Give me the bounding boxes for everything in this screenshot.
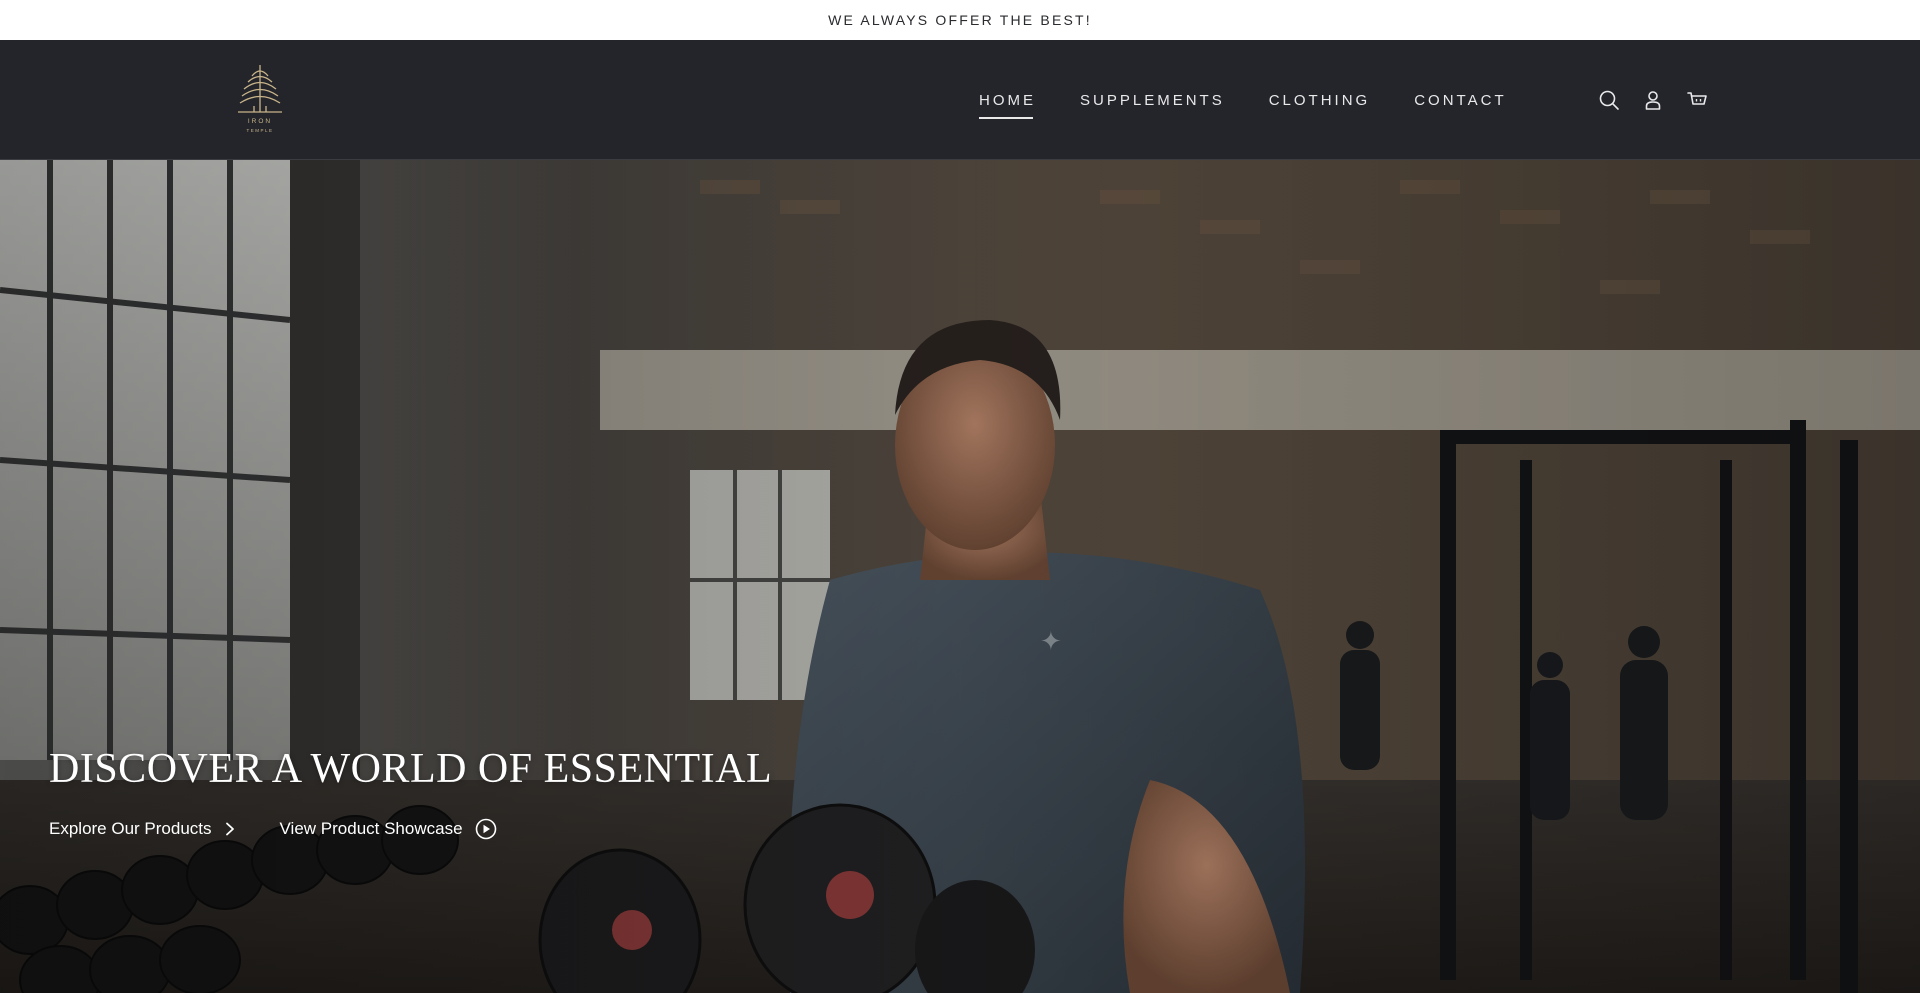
hero-banner: ✦ DISCOVER A WORLD OF ESSENTIAL Explore … [0, 160, 1920, 993]
site-logo[interactable]: IRON TEMPLE [232, 62, 288, 136]
main-nav: HOME SUPPLEMENTS CLOTHING CONTACT [979, 40, 1551, 160]
account-icon [1645, 91, 1661, 110]
search-button[interactable] [1597, 88, 1621, 112]
chevron-right-icon [225, 822, 234, 836]
search-icon [1599, 90, 1619, 110]
announcement-text: WE ALWAYS OFFER THE BEST! [828, 12, 1092, 28]
nav-contact[interactable]: CONTACT [1414, 86, 1506, 115]
hero-actions: Explore Our Products View Product Showca… [49, 818, 497, 840]
account-button[interactable] [1641, 88, 1665, 112]
nav-supplements[interactable]: SUPPLEMENTS [1080, 86, 1225, 115]
view-showcase-label: View Product Showcase [279, 819, 463, 838]
site-header: IRON TEMPLE HOME SUPPLEMENTS CLOTHING CO… [0, 40, 1920, 160]
cart-button[interactable] [1685, 88, 1709, 112]
hero-title: DISCOVER A WORLD OF ESSENTIAL [49, 746, 773, 792]
nav-home[interactable]: HOME [979, 86, 1036, 119]
cart-icon [1687, 92, 1707, 105]
hero-overlay [0, 160, 1920, 993]
logo-text-line2: TEMPLE [246, 128, 273, 133]
announcement-bar: WE ALWAYS OFFER THE BEST! [0, 0, 1920, 40]
nav-clothing[interactable]: CLOTHING [1269, 86, 1371, 115]
explore-products-label: Explore Our Products [49, 819, 212, 838]
play-circle-icon [475, 818, 496, 840]
explore-products-link[interactable]: Explore Our Products [49, 819, 236, 839]
view-showcase-link[interactable]: View Product Showcase [280, 818, 497, 840]
pagoda-tree-logo-icon: IRON TEMPLE [238, 65, 282, 133]
logo-text-line1: IRON [248, 118, 272, 125]
header-icons [1597, 40, 1709, 160]
